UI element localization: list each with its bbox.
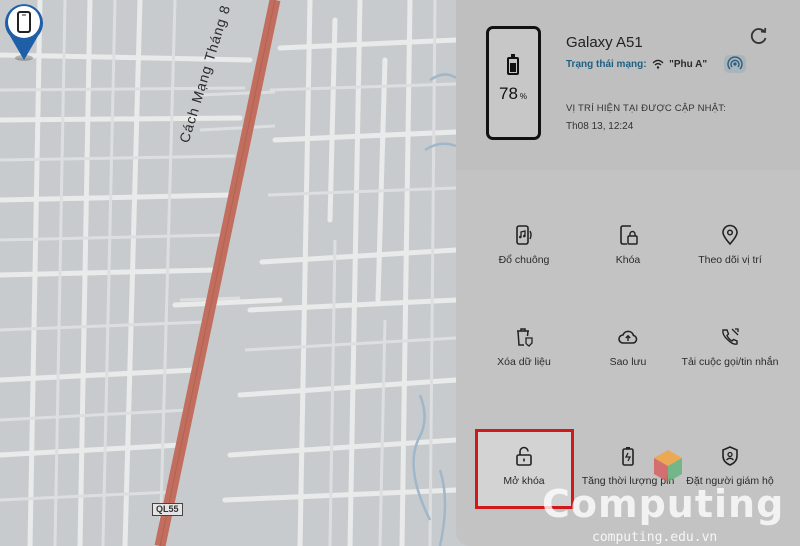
route-badge: QL55	[152, 503, 183, 516]
erase-data-label: Xóa dữ liệu	[497, 356, 551, 368]
location-updated-time: Th08 13, 12:24	[566, 121, 634, 132]
location-updated-label: VỊ TRÍ HIỆN TẠI ĐƯỢC CẬP NHẬT:	[566, 103, 727, 114]
lock-label: Khóa	[615, 254, 641, 266]
watermark: Computing computing.edu.vn	[524, 440, 794, 546]
erase-data-button[interactable]: Xóa dữ liệu	[472, 326, 576, 369]
lock-phone-icon	[620, 225, 638, 245]
wifi-icon	[652, 59, 664, 69]
network-status: Trạng thái mạng: "Phu A"	[566, 59, 707, 70]
cloud-backup-icon	[618, 330, 638, 344]
backup-button[interactable]: Sao lưu	[576, 326, 680, 369]
watermark-domain: computing.edu.vn	[592, 530, 718, 545]
retrieve-calls-label: Tải cuộc gọi/tin nhắn	[681, 356, 779, 368]
device-info-card: 78% Galaxy A51 Trạng thái mạng: "Phu A" …	[456, 0, 800, 170]
watermark-logo-icon	[654, 450, 682, 482]
retrieve-calls-button[interactable]: Tải cuộc gọi/tin nhắn	[678, 326, 782, 369]
erase-data-icon	[517, 328, 533, 347]
ring-button[interactable]: Đổ chuông	[472, 224, 576, 267]
track-location-label: Theo dõi vị trí	[698, 254, 762, 266]
network-name: "Phu A"	[669, 59, 708, 70]
track-location-button[interactable]: Theo dõi vị trí	[678, 224, 782, 267]
call-log-icon	[722, 328, 739, 345]
broadcast-button[interactable]	[724, 55, 746, 73]
lock-button[interactable]: Khóa	[576, 224, 680, 267]
location-pin-icon	[722, 224, 738, 246]
device-location-pin-icon[interactable]	[0, 0, 48, 64]
phone-illustration: 78%	[486, 26, 541, 140]
refresh-icon[interactable]	[749, 26, 769, 46]
battery-level: 78%	[499, 84, 528, 103]
battery-icon	[507, 54, 519, 75]
watermark-brand: Computing	[542, 482, 785, 526]
broadcast-icon	[727, 56, 743, 70]
device-name: Galaxy A51	[566, 34, 643, 51]
ring-label: Đổ chuông	[498, 254, 550, 266]
network-status-label: Trạng thái mạng:	[566, 59, 647, 70]
ring-phone-icon	[516, 225, 532, 245]
backup-label: Sao lưu	[609, 356, 647, 368]
